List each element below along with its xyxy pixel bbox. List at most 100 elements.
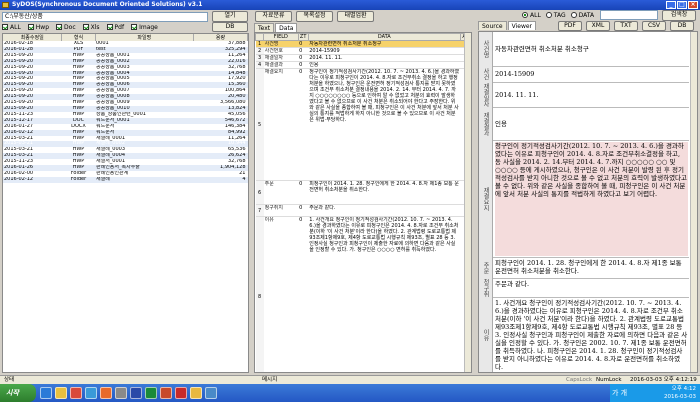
export-db-button[interactable]: DB (670, 21, 694, 31)
field-name: 이유 (263, 216, 299, 372)
filter-xls-checkbox[interactable]: Xls (82, 23, 100, 31)
filter-pdf-checkbox[interactable]: Pdf (106, 24, 124, 31)
close-icon[interactable]: × (688, 1, 698, 9)
radio-icon[interactable] (522, 12, 528, 18)
open-button[interactable]: 열기 (212, 11, 248, 22)
field-data: 청구인이 정기적성검사기간(2012. 10. 7. ~ 2013. 4. 6.… (308, 68, 461, 181)
taskbar: 가 개 오후 4:12 2016-03-03 (0, 384, 700, 402)
row-number: 6 (255, 180, 264, 205)
section-label: 사건번호 (479, 66, 493, 82)
viewer-scrollbar[interactable] (690, 32, 697, 372)
field-column-header[interactable]: DATA (307, 33, 461, 41)
maximize-icon[interactable]: □ (677, 1, 687, 9)
ime-indicator[interactable]: 가 개 (612, 389, 627, 397)
search-button[interactable]: 검색창 (662, 10, 696, 21)
table-row[interactable]: 2 사건번호 0 2014-15909 (255, 47, 471, 55)
table-row[interactable]: 8 이유 0 1. 사건개요 청구인이 정기적성검사기간(2012. 10. 7. ~… (255, 216, 471, 372)
field-scrollbar[interactable] (464, 33, 471, 372)
tab-source[interactable]: Source (478, 21, 507, 30)
checkbox-icon[interactable] (82, 24, 89, 30)
table-row[interactable]: 4 재결결과 0 인용 (255, 61, 471, 69)
tray-date[interactable]: 2016-03-03 (664, 393, 696, 401)
filter-label: Doc (64, 23, 76, 31)
table-row[interactable]: 1 사건명 0 자동차관련면허 취소처분 취소청구 (255, 40, 471, 48)
explorer-icon[interactable] (55, 387, 67, 399)
section-label: 사건명 (479, 32, 493, 66)
checkbox-icon[interactable] (2, 24, 8, 30)
file-column-header[interactable]: 형식 (61, 34, 96, 41)
tab-text[interactable]: Text (254, 23, 275, 32)
document-viewer: 사건명자동차관련면허 취소처분 취소청구사건번호2014-15909재결일자20… (478, 31, 698, 373)
row-number: 4 (255, 61, 264, 69)
db-button[interactable]: DB (212, 22, 248, 32)
field-data: 1. 사건개요 청구인이 정기적성검사기간(2012. 10. 7. ~ 201… (308, 216, 461, 372)
radio-icon[interactable] (545, 12, 552, 18)
filter-image-checkbox[interactable]: Image (131, 24, 158, 31)
filter-doc-checkbox[interactable]: Doc (56, 24, 76, 31)
field-column-header[interactable] (255, 33, 265, 41)
file-column-header[interactable]: 최종수정일 (3, 34, 63, 41)
export-buttons: PDF XML TXT CSV DB (558, 21, 694, 31)
checkbox-icon[interactable] (131, 24, 138, 30)
chrome-icon[interactable] (70, 387, 82, 399)
field-column-header[interactable]: FIELD (263, 33, 299, 41)
export-xml-button[interactable]: XML (586, 21, 610, 31)
filter-hwp-checkbox[interactable]: Hwp (27, 23, 50, 31)
section-text: 2014. 11. 11. (495, 90, 539, 99)
table-row[interactable]: 2016-02-12 Folder 재결례 4 (3, 176, 248, 183)
minimize-icon[interactable]: _ (666, 1, 676, 9)
ppt-icon[interactable] (160, 387, 172, 399)
cell-type: Folder (61, 176, 95, 183)
export-csv-button[interactable]: CSV (642, 21, 666, 31)
section-text: 1. 사건개요 청구인이 정기적성검사기간(2012. 10. 7. ~ 201… (495, 299, 688, 371)
app-icon[interactable] (205, 387, 217, 399)
table-row[interactable]: 7 청구취지 0 주문과 같다. (255, 204, 471, 217)
hwp-icon[interactable] (85, 387, 97, 399)
field-data: 2014. 11. 11. (308, 54, 461, 62)
radio-icon[interactable] (570, 12, 577, 18)
section-text: 주문과 같다. (495, 280, 530, 288)
checkbox-icon[interactable] (106, 24, 113, 30)
filter-all-checkbox[interactable]: ALL (2, 24, 21, 31)
excel-icon[interactable] (145, 387, 157, 399)
media-icon[interactable] (100, 387, 112, 399)
checkbox-icon[interactable] (56, 24, 63, 30)
export-pdf-button[interactable]: PDF (558, 21, 582, 31)
auto-classify-button[interactable]: 자료분류 (255, 11, 292, 22)
field-data: 인용 (308, 61, 461, 69)
filter-label: Hwp (35, 23, 50, 31)
field-column-header[interactable]: ZT (297, 33, 309, 41)
folder-icon[interactable] (190, 387, 202, 399)
search-input[interactable] (600, 10, 658, 20)
tab-viewer[interactable]: Viewer (507, 21, 537, 30)
cell-modified: 2016-02-12 (3, 176, 62, 183)
word-icon[interactable] (130, 387, 142, 399)
radio-all[interactable]: ALL (522, 12, 541, 19)
export-txt-button[interactable]: TXT (614, 21, 638, 31)
section-label: 청구취지 (479, 278, 493, 297)
tab-data[interactable]: Data (275, 23, 298, 32)
settings-icon[interactable] (115, 387, 127, 399)
radio-data[interactable]: DATA (570, 11, 595, 19)
path-input[interactable]: C:\부동산/상품 (2, 12, 208, 22)
radio-tag[interactable]: TAG (545, 12, 566, 19)
table-row[interactable]: 5 재결요지 0 청구인이 정기적성검사기간(2012. 10. 7. ~ 2013.… (255, 68, 471, 181)
table-row[interactable]: 6 주문 0 피청구인이 2014. 1. 28. 청구인에게 한 2014. 4. … (255, 180, 471, 205)
field-name: 재결결과 (263, 61, 299, 69)
system-tray: 가 개 오후 4:12 2016-03-03 (610, 384, 700, 402)
checkbox-icon[interactable] (27, 24, 34, 30)
table-row[interactable]: 3 재결일자 0 2014. 11. 11. (255, 54, 471, 62)
table-settings-button[interactable]: 목록설정 (296, 11, 333, 22)
pdf-icon[interactable] (175, 387, 187, 399)
file-column-header[interactable]: 용량 (193, 34, 248, 41)
tray-time[interactable]: 오후 4:12 (672, 385, 696, 393)
start-button[interactable]: 시작 (0, 384, 36, 402)
field-zt: 0 (298, 40, 309, 48)
db-convert-button[interactable]: 태별업환 (337, 11, 374, 22)
file-column-header[interactable]: 파일명 (95, 34, 194, 41)
field-data-text: 피청구인이 2014. 1. 28. 청구인에게 한 2014. 4. 8.자 … (309, 181, 459, 193)
field-name: 청구취지 (263, 204, 299, 217)
filter-label: Xls (90, 23, 100, 31)
ie-icon[interactable] (40, 387, 52, 399)
radio-label: DATA (578, 11, 595, 19)
